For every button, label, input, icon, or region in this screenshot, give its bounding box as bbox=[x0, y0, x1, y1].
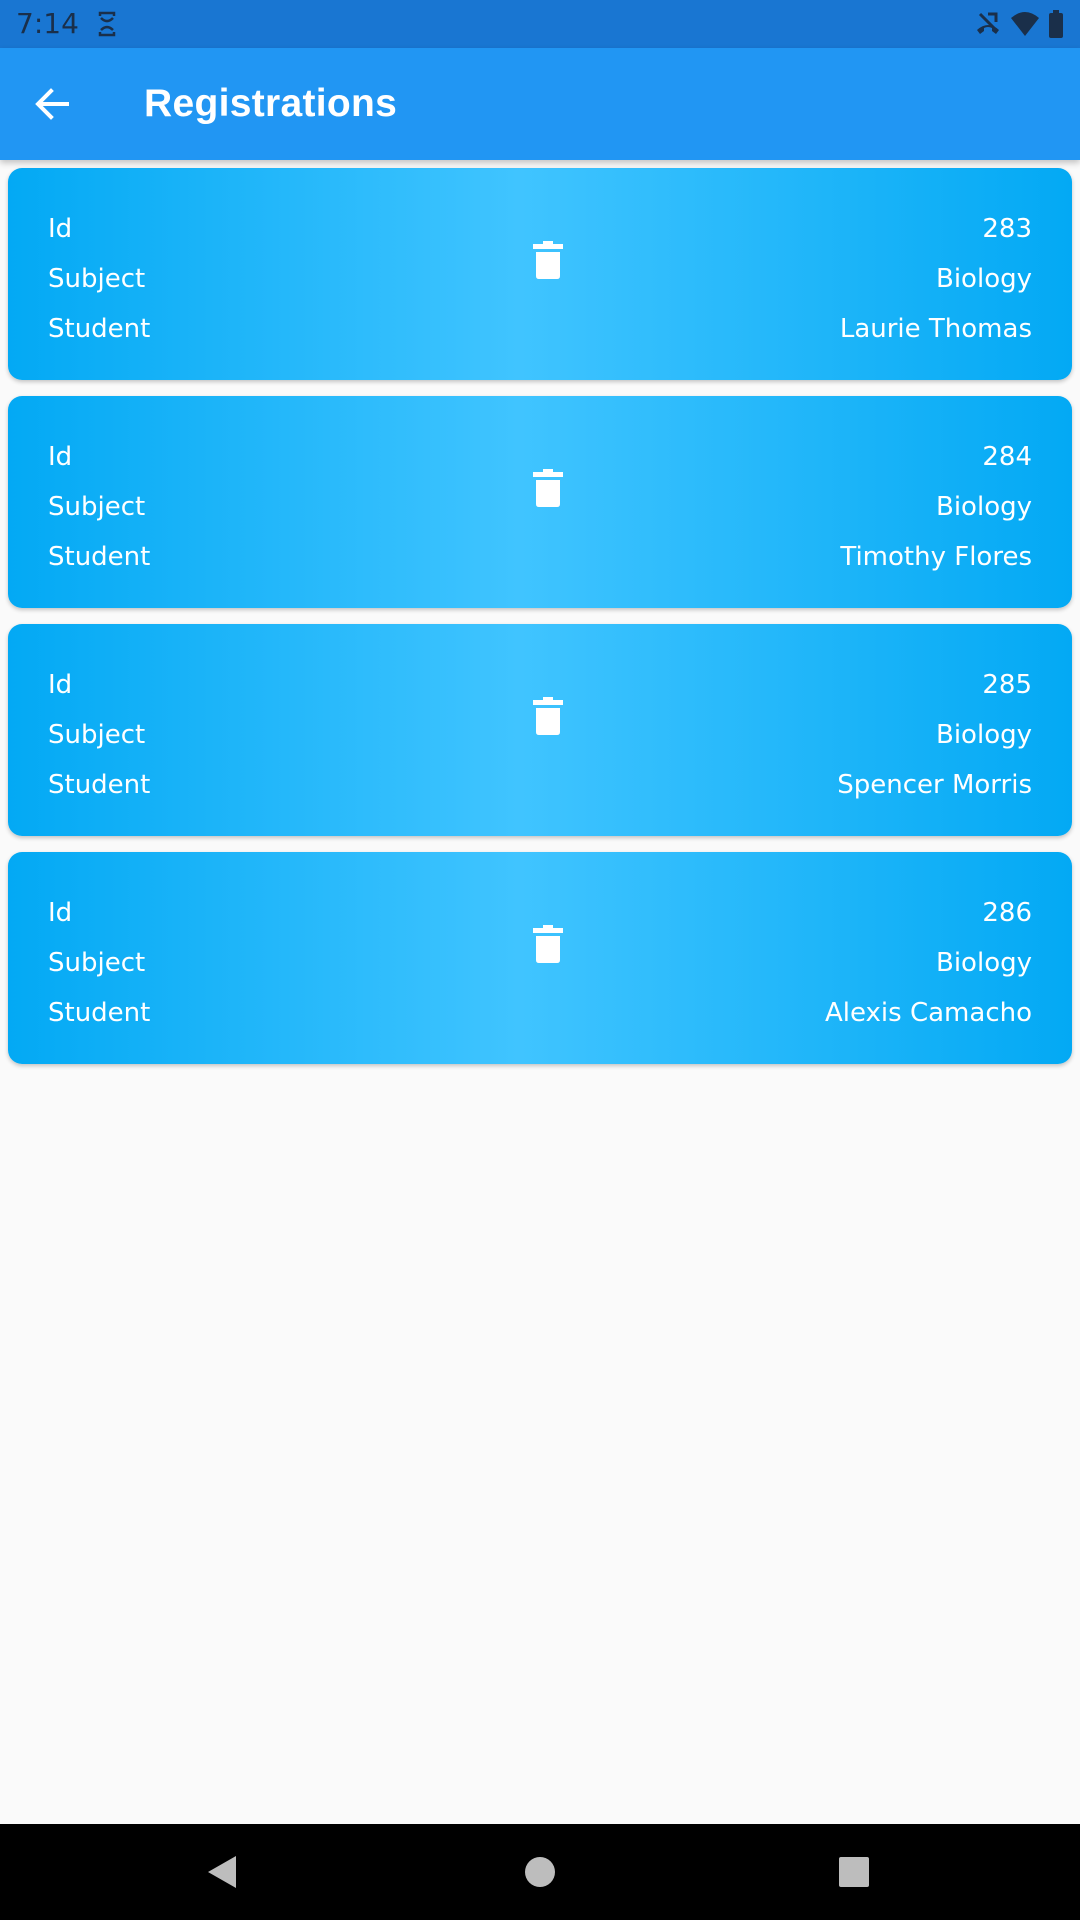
subject-value: Biology bbox=[936, 492, 1032, 522]
no-calls-icon bbox=[977, 12, 999, 34]
wifi-icon bbox=[1011, 12, 1039, 36]
delete-icon bbox=[533, 469, 563, 507]
status-time: 7:14 bbox=[16, 7, 79, 40]
home-circle-icon bbox=[525, 1857, 555, 1887]
registration-card[interactable]: Id Subject Student 286 Biology Alexis Ca… bbox=[8, 852, 1072, 1064]
subject-label: Subject bbox=[48, 264, 146, 294]
field-labels: Id Subject Student bbox=[48, 204, 150, 354]
delete-button[interactable] bbox=[520, 916, 576, 972]
delete-icon bbox=[533, 241, 563, 279]
student-value: Spencer Morris bbox=[837, 770, 1032, 800]
id-label: Id bbox=[48, 670, 73, 700]
id-value: 285 bbox=[982, 670, 1032, 700]
registration-card[interactable]: Id Subject Student 283 Biology Laurie Th… bbox=[8, 168, 1072, 380]
back-triangle-icon bbox=[208, 1856, 236, 1888]
delete-button[interactable] bbox=[520, 688, 576, 744]
nav-home-button[interactable] bbox=[516, 1848, 564, 1896]
battery-icon bbox=[1049, 10, 1063, 38]
student-label: Student bbox=[48, 542, 151, 572]
id-value: 284 bbox=[982, 442, 1032, 472]
id-label: Id bbox=[48, 898, 73, 928]
field-labels: Id Subject Student bbox=[48, 888, 150, 1038]
delete-icon bbox=[533, 697, 563, 735]
id-value: 286 bbox=[982, 898, 1032, 928]
subject-label: Subject bbox=[48, 948, 146, 978]
recents-square-icon bbox=[839, 1857, 869, 1887]
delete-button[interactable] bbox=[520, 232, 576, 288]
student-label: Student bbox=[48, 770, 151, 800]
registration-card[interactable]: Id Subject Student 285 Biology Spencer M… bbox=[8, 624, 1072, 836]
arrow-back-icon bbox=[35, 88, 69, 120]
subject-label: Subject bbox=[48, 492, 146, 522]
field-labels: Id Subject Student bbox=[48, 660, 150, 810]
status-bar: 7:14 bbox=[0, 0, 1080, 48]
field-values: 283 Biology Laurie Thomas bbox=[840, 204, 1032, 354]
id-label: Id bbox=[48, 442, 73, 472]
field-values: 285 Biology Spencer Morris bbox=[837, 660, 1032, 810]
student-value: Timothy Flores bbox=[840, 542, 1032, 572]
student-label: Student bbox=[48, 314, 151, 344]
id-label: Id bbox=[48, 214, 73, 244]
subject-label: Subject bbox=[48, 720, 146, 750]
app-bar: Registrations bbox=[0, 48, 1080, 160]
page-title: Registrations bbox=[144, 82, 398, 125]
subject-value: Biology bbox=[936, 264, 1032, 294]
delete-button[interactable] bbox=[520, 460, 576, 516]
registration-list: Id Subject Student 283 Biology Laurie Th… bbox=[8, 168, 1072, 1080]
field-values: 286 Biology Alexis Camacho bbox=[825, 888, 1032, 1038]
field-values: 284 Biology Timothy Flores bbox=[840, 432, 1032, 582]
nav-back-button[interactable] bbox=[198, 1848, 246, 1896]
status-icons bbox=[974, 10, 1064, 38]
system-nav-bar bbox=[0, 1824, 1080, 1920]
delete-icon bbox=[533, 925, 563, 963]
student-value: Alexis Camacho bbox=[825, 998, 1032, 1028]
id-value: 283 bbox=[982, 214, 1032, 244]
sync-icon bbox=[98, 11, 116, 37]
field-labels: Id Subject Student bbox=[48, 432, 150, 582]
student-label: Student bbox=[48, 998, 151, 1028]
subject-value: Biology bbox=[936, 948, 1032, 978]
subject-value: Biology bbox=[936, 720, 1032, 750]
student-value: Laurie Thomas bbox=[839, 314, 1032, 344]
registration-card[interactable]: Id Subject Student 284 Biology Timothy F… bbox=[8, 396, 1072, 608]
nav-recents-button[interactable] bbox=[830, 1848, 878, 1896]
back-button[interactable] bbox=[24, 76, 80, 132]
